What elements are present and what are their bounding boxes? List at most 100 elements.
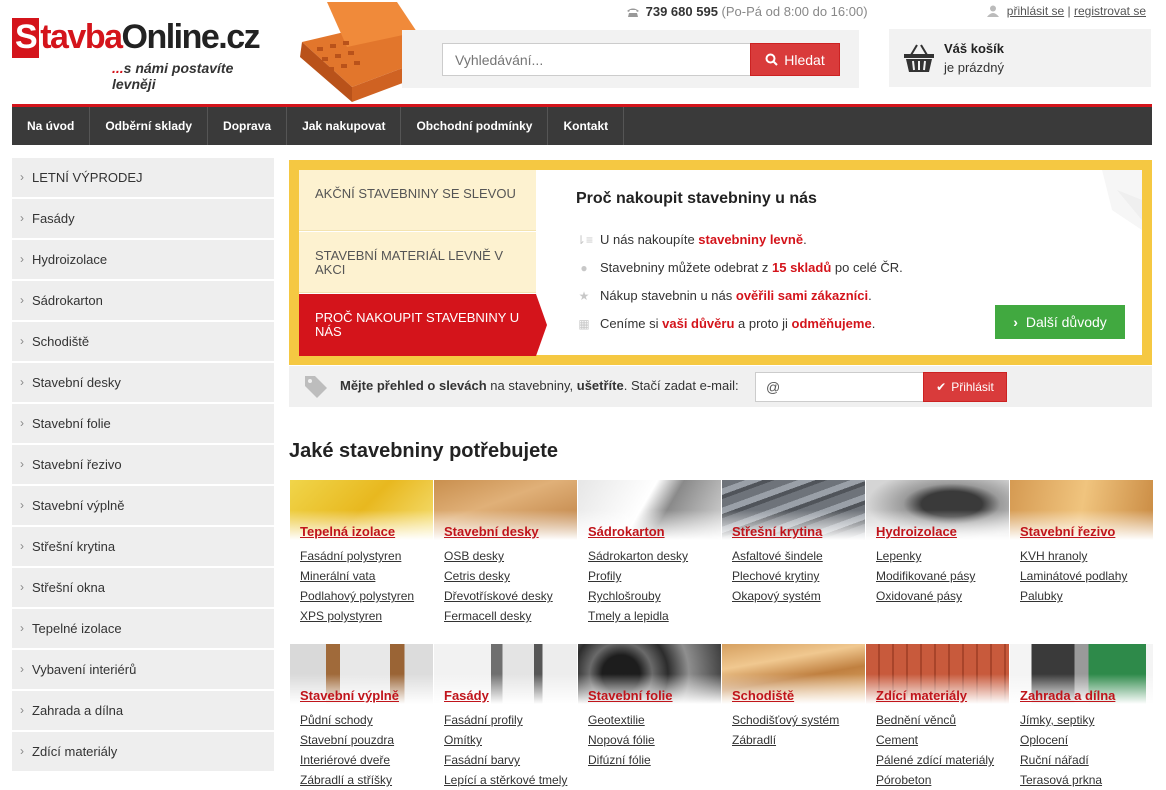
search-button-label: Hledat [784,51,825,68]
register-link[interactable]: registrovat se [1074,4,1146,18]
category-link[interactable]: Bednění věnců [876,710,1009,730]
sidebar-item[interactable]: Stavební výplně [12,486,274,525]
category-link[interactable]: Rychlošrouby [588,586,721,606]
category-link[interactable]: Fasádní barvy [444,750,577,770]
logo-s-box: S [12,18,40,58]
category-link[interactable]: Omítky [444,730,577,750]
category-link[interactable]: Okapový systém [732,586,865,606]
sidebar-item[interactable]: Stavební desky [12,363,274,402]
nl-text-2: . Stačí zadat e-mail: [623,378,739,393]
category-link[interactable]: Sádrokarton desky [588,546,721,566]
promo-tab-discounts[interactable]: AKČNÍ STAVEBNINY SE SLEVOU [299,170,536,231]
price-tag-icon [305,376,327,398]
category-link[interactable]: Cement [876,730,1009,750]
category-card-stairs: Schodiště Schodišťový systém Zábradlí [722,644,865,750]
category-title[interactable]: Střešní krytina [722,524,865,544]
more-reasons-button[interactable]: › Další důvody [995,305,1125,339]
category-card-drywall: Sádrokarton Sádrokarton desky Profily Ry… [578,480,721,626]
sidebar-item[interactable]: Schodiště [12,322,274,361]
category-link[interactable]: XPS polystyren [300,606,433,626]
category-link[interactable]: Fermacell desky [444,606,577,626]
category-title[interactable]: Zdící materiály [866,688,1009,708]
category-title[interactable]: Sádrokarton [578,524,721,544]
site-logo[interactable]: StavbaOnline.cz ...s námi postavíte levn… [12,18,272,92]
search-input[interactable] [442,43,750,76]
category-link[interactable]: Pórobeton [876,770,1009,790]
category-link[interactable]: Půdní schody [300,710,433,730]
search-button[interactable]: Hledat [750,43,840,76]
category-title[interactable]: Zahrada a dílna [1010,688,1153,708]
category-link[interactable]: Lepící a stěrkové tmely [444,770,577,790]
category-card-masonry: Zdící materiály Bednění věnců Cement Pál… [866,644,1009,790]
promo-text: po celé ČR. [831,260,903,275]
category-link[interactable]: Cetris desky [444,566,577,586]
nav-pickup-points[interactable]: Odběrní sklady [90,107,209,145]
sidebar-item[interactable]: Fasády [12,199,274,238]
category-title[interactable]: Stavební výplně [290,688,433,708]
category-links: Schodišťový systém Zábradlí [722,710,865,750]
nav-how-to-buy[interactable]: Jak nakupovat [287,107,402,145]
login-link[interactable]: přihlásit se [1007,4,1064,18]
promo-text: . [803,232,807,247]
category-link[interactable]: Oplocení [1020,730,1153,750]
category-link[interactable]: Terasová prkna [1020,770,1153,790]
category-link[interactable]: Fasádní profily [444,710,577,730]
category-link[interactable]: Minerální vata [300,566,433,586]
category-link[interactable]: Lepenky [876,546,1009,566]
category-link[interactable]: Geotextilie [588,710,721,730]
sidebar-item[interactable]: Zahrada a dílna [12,691,274,730]
category-link[interactable]: Profily [588,566,721,586]
category-link[interactable]: Interiérové dveře [300,750,433,770]
sidebar-item[interactable]: Sádrokarton [12,281,274,320]
nav-delivery[interactable]: Doprava [208,107,288,145]
category-link[interactable]: Jímky, septiky [1020,710,1153,730]
shopping-cart[interactable]: Váš košík je prázdný [889,29,1151,87]
nav-home[interactable]: Na úvod [12,107,91,145]
promo-tab-sale[interactable]: STAVEBNÍ MATERIÁL LEVNĚ V AKCI [299,232,536,293]
nav-terms[interactable]: Obchodní podmínky [401,107,549,145]
category-link[interactable]: Asfaltové šindele [732,546,865,566]
category-link[interactable]: Difúzní fólie [588,750,721,770]
sidebar-item[interactable]: Stavební řezivo [12,445,274,484]
sidebar-item[interactable]: Vybavení interiérů [12,650,274,689]
cart-title: Váš košík [944,41,1004,56]
sidebar-item[interactable]: Střešní krytina [12,527,274,566]
newsletter-email-input[interactable] [755,372,923,402]
sidebar-item[interactable]: Tepelné izolace [12,609,274,648]
category-link[interactable]: OSB desky [444,546,577,566]
category-link[interactable]: Dřevotřískové desky [444,586,577,606]
category-title[interactable]: Stavební folie [578,688,721,708]
category-title[interactable]: Stavební řezivo [1010,524,1153,544]
category-link[interactable]: Tmely a lepidla [588,606,721,626]
phone-hours: (Po-Pá od 8:00 do 16:00) [721,4,868,19]
category-title[interactable]: Hydroizolace [866,524,1009,544]
sidebar-item[interactable]: Hydroizolace [12,240,274,279]
category-link[interactable]: Pálené zdící materiály [876,750,1009,770]
category-link[interactable]: Podlahový polystyren [300,586,433,606]
sidebar-item[interactable]: Střešní okna [12,568,274,607]
category-link[interactable]: Zábradlí a stříšky [300,770,433,790]
newsletter-subscribe-button[interactable]: ✔ Přihlásit [923,372,1007,402]
category-link[interactable]: Schodišťový systém [732,710,865,730]
category-link[interactable]: Modifikované pásy [876,566,1009,586]
category-card-waterproofing: Hydroizolace Lepenky Modifikované pásy O… [866,480,1009,606]
sidebar-item[interactable]: LETNÍ VÝPRODEJ [12,158,274,197]
promo-tab-why-us[interactable]: PROČ NAKOUPIT STAVEBNINY U NÁS [299,294,547,356]
category-link[interactable]: Plechové krytiny [732,566,865,586]
category-link[interactable]: Nopová fólie [588,730,721,750]
category-link[interactable]: Zábradlí [732,730,865,750]
nav-contact[interactable]: Kontakt [548,107,625,145]
sidebar-item[interactable]: Zdící materiály [12,732,274,771]
sidebar-item[interactable]: Stavební folie [12,404,274,443]
category-link[interactable]: Ruční nářadí [1020,750,1153,770]
category-link[interactable]: Stavební pouzdra [300,730,433,750]
category-link[interactable]: Fasádní polystyren [300,546,433,566]
category-link[interactable]: Oxidované pásy [876,586,1009,606]
category-title[interactable]: Schodiště [722,688,865,708]
category-title[interactable]: Fasády [434,688,577,708]
category-link[interactable]: Laminátové podlahy [1020,566,1153,586]
category-title[interactable]: Tepelná izolace [290,524,433,544]
category-title[interactable]: Stavební desky [434,524,577,544]
category-link[interactable]: Palubky [1020,586,1153,606]
category-link[interactable]: KVH hranoly [1020,546,1153,566]
